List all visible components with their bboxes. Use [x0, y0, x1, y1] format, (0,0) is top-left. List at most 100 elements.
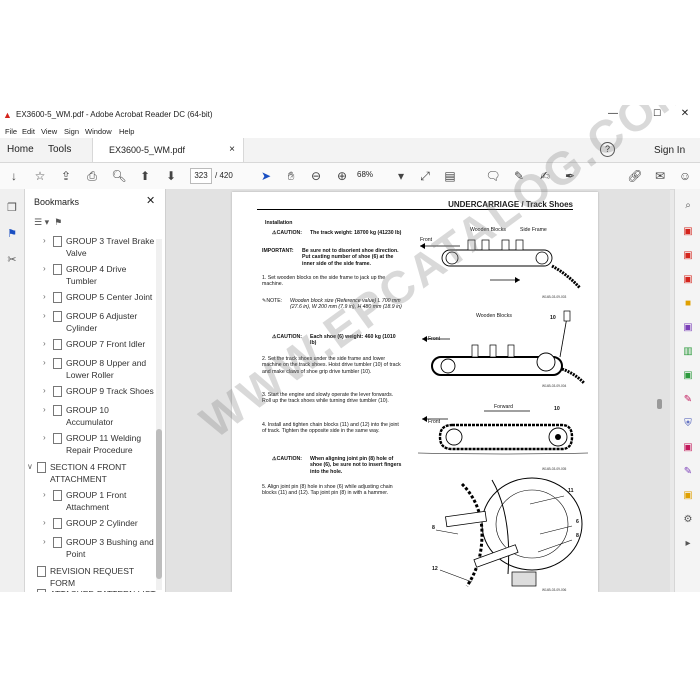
menu-file[interactable]: File	[5, 127, 17, 136]
close-bookmarks-icon[interactable]: ✕	[146, 194, 155, 207]
bookmark-item[interactable]: GROUP 6 Adjuster	[66, 310, 137, 322]
protect-icon[interactable]: ⛨	[681, 417, 695, 431]
menu-view[interactable]: View	[41, 127, 57, 136]
bookmark-expand-chevron-icon[interactable]: ›	[43, 490, 46, 499]
comment-tool-icon[interactable]: ■	[681, 297, 695, 311]
menu-sign[interactable]: Sign	[64, 127, 79, 136]
bookmark-item[interactable]: REVISION REQUEST	[50, 565, 134, 577]
bookmark-expand-chevron-icon[interactable]: ›	[43, 537, 46, 546]
bookmark-item-line2[interactable]: Accumulator	[66, 416, 113, 428]
bookmark-item-line2[interactable]: Point	[66, 548, 85, 560]
collapse-tools-icon[interactable]: ▸	[681, 537, 695, 551]
scroll-mode-icon[interactable]: ▤	[441, 167, 459, 185]
bookmark-expand-chevron-icon[interactable]: ›	[43, 339, 46, 348]
menu-help[interactable]: Help	[119, 127, 134, 136]
bookmarks-panel-icon[interactable]: ⚑︎	[4, 227, 20, 243]
stamp-icon[interactable]: ▣	[681, 489, 695, 503]
bookmark-item[interactable]: GROUP 8 Upper and	[66, 357, 146, 369]
tab-home[interactable]: Home	[7, 144, 34, 155]
bookmark-item-line2[interactable]: Valve	[66, 247, 87, 259]
more-tools-icon[interactable]: ⚙︎	[681, 513, 695, 527]
previous-page-icon[interactable]: ⬆︎	[136, 167, 154, 185]
page-thumbnails-icon[interactable]: ❐	[4, 201, 20, 217]
create-pdf-icon[interactable]: ▣	[681, 249, 695, 263]
search-tool-icon[interactable]: ⌕	[681, 199, 695, 213]
find-icon[interactable]: 🔍︎	[110, 167, 128, 185]
bookmark-item-line2[interactable]: Lower Roller	[66, 369, 114, 381]
bookmark-item[interactable]: SECTION 4 FRONT	[50, 461, 127, 473]
tab-document-label: EX3600-5_WM.pdf	[109, 145, 186, 155]
bookmark-expand-chevron-icon[interactable]: ›	[43, 236, 46, 245]
bookmark-expand-chevron-icon[interactable]: ›	[43, 518, 46, 527]
sign-in-button[interactable]: Sign In	[654, 145, 685, 156]
bookmark-item[interactable]: GROUP 9 Track Shoes	[66, 385, 154, 397]
bookmark-item[interactable]: GROUP 1 Front	[66, 489, 126, 501]
bookmark-item[interactable]: GROUP 10	[66, 404, 109, 416]
bookmark-item[interactable]: GROUP 3 Bushing and	[66, 536, 154, 548]
bookmarks-scroll-thumb[interactable]	[156, 429, 162, 579]
edit-pdf-icon[interactable]: ▣	[681, 273, 695, 287]
bookmark-item[interactable]: GROUP 5 Center Joint	[66, 291, 152, 303]
next-page-icon[interactable]: ⬇︎	[162, 167, 180, 185]
attachments-icon[interactable]: ✂︎	[4, 253, 20, 269]
fit-page-icon[interactable]: ⤢	[416, 167, 434, 185]
bookmark-expand-chevron-icon[interactable]: ›	[43, 358, 46, 367]
bookmark-expand-chevron-icon[interactable]: ›	[43, 433, 46, 442]
document-scroll-thumb[interactable]	[657, 399, 662, 409]
organize-pages-icon[interactable]: ▥	[681, 345, 695, 359]
send-for-review-icon[interactable]: ✎	[681, 465, 695, 479]
upload-icon[interactable]: ⇪	[57, 167, 75, 185]
bookmark-item-line2[interactable]: Tumbler	[66, 275, 97, 287]
zoom-level-select[interactable]: 68%	[357, 168, 395, 182]
bookmark-expand-chevron-icon[interactable]: ›	[43, 386, 46, 395]
step-5: 5. Align joint pin (8) hole in shoe (6) …	[262, 484, 393, 497]
bookmark-item[interactable]: GROUP 3 Travel Brake	[66, 235, 154, 247]
fig3-forward-label: Forward	[494, 404, 514, 410]
bookmark-item-line2[interactable]: Cylinder	[66, 322, 97, 334]
export-pdf-icon[interactable]: ▣	[681, 225, 695, 239]
bookmark-icon	[37, 462, 46, 473]
bookmark-item[interactable]: ATTACHED PATTERN LIST	[50, 588, 156, 592]
menu-window[interactable]: Window	[85, 127, 112, 136]
bookmark-item[interactable]: GROUP 2 Cylinder	[66, 517, 138, 529]
hand-tool-icon[interactable]: ✋︎	[282, 167, 300, 185]
zoom-in-icon[interactable]: ⊕	[333, 167, 351, 185]
request-signature-icon[interactable]: ▣	[681, 441, 695, 455]
share-link-icon[interactable]: 🔗︎	[626, 167, 644, 185]
menu-edit[interactable]: Edit	[22, 127, 35, 136]
bookmark-item-line2[interactable]: Attachment	[66, 501, 109, 513]
select-arrow-icon[interactable]: ➤	[257, 167, 275, 185]
page-number-input[interactable]: 323	[190, 168, 212, 184]
bookmark-expand-chevron-icon[interactable]: ›	[43, 264, 46, 273]
bookmark-icon	[53, 405, 62, 416]
bookmark-icon	[37, 566, 46, 577]
email-icon[interactable]: ✉︎	[651, 167, 669, 185]
bookmark-item-line2[interactable]: Repair Procedure	[66, 444, 133, 456]
zoom-out-icon[interactable]: ⊖	[307, 167, 325, 185]
bookmark-item-line2[interactable]: ATTACHMENT	[50, 473, 107, 485]
tab-tools[interactable]: Tools	[48, 144, 71, 155]
acrobat-window: ▲ EX3600-5_WM.pdf - Adobe Acrobat Reader…	[0, 105, 700, 592]
fill-sign-icon[interactable]: ✎	[681, 393, 695, 407]
bookmark-expand-chevron-icon[interactable]: ›	[43, 292, 46, 301]
print-icon[interactable]: ⎙	[83, 167, 101, 185]
tab-close-icon[interactable]: ×	[229, 144, 235, 155]
combine-files-icon[interactable]: ▣	[681, 321, 695, 335]
zoom-dropdown-chevron-icon[interactable]: ▾	[392, 167, 410, 185]
bookmark-item[interactable]: GROUP 7 Front Idler	[66, 338, 145, 350]
bookmark-item[interactable]: GROUP 11 Welding	[66, 432, 141, 444]
compress-pdf-icon[interactable]: ▣	[681, 369, 695, 383]
tab-document[interactable]: EX3600-5_WM.pdf ×	[92, 138, 244, 162]
account-user-icon[interactable]: ☺︎	[676, 167, 694, 185]
document-scrollbar[interactable]	[655, 189, 665, 592]
bookmark-expand-chevron-icon[interactable]: ›	[43, 311, 46, 320]
bookmark-icon	[53, 311, 62, 322]
bookmark-expand-chevron-icon[interactable]: ›	[43, 405, 46, 414]
bookmark-star-icon[interactable]: ☆	[31, 167, 49, 185]
bookmark-options-icon[interactable]: ☰ ▾ ⚑	[34, 217, 62, 228]
save-icon[interactable]: ↓	[5, 167, 23, 185]
fig1-id: W14B-03-09-003	[542, 295, 567, 299]
bookmark-icon	[53, 264, 62, 275]
bookmark-item[interactable]: GROUP 4 Drive	[66, 263, 126, 275]
bookmark-expand-chevron-icon[interactable]: ∨	[27, 462, 33, 471]
